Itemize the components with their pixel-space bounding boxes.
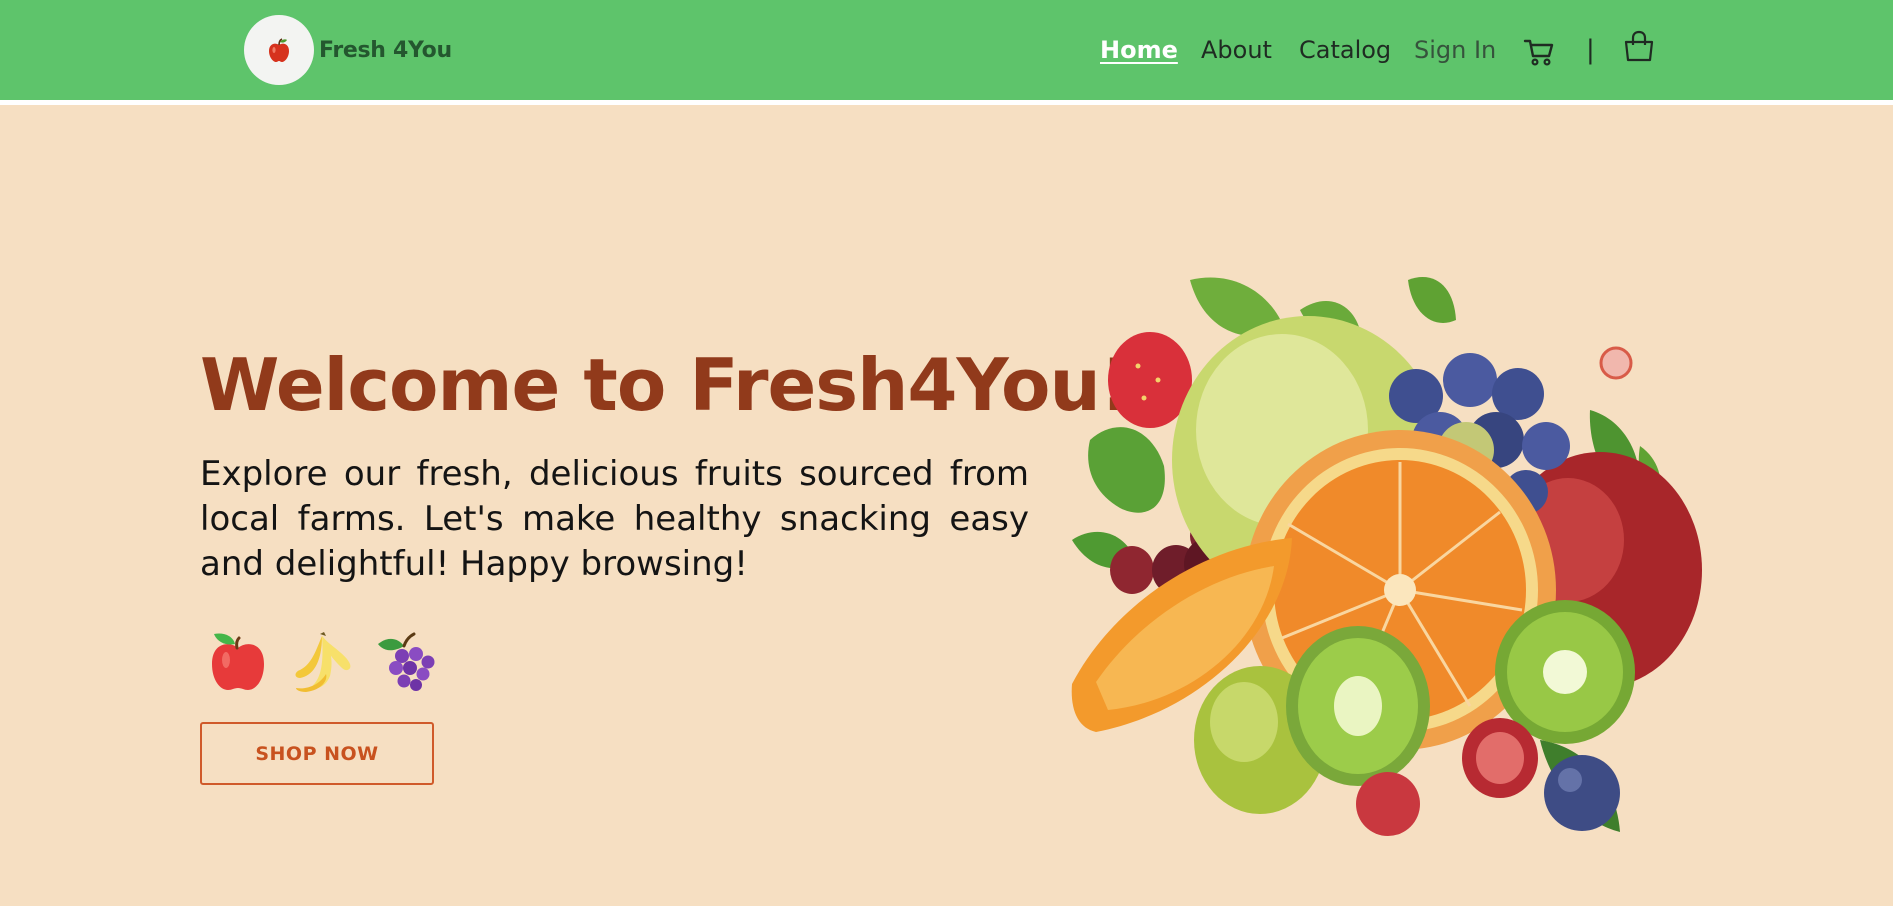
cart-icon[interactable] <box>1522 34 1556 68</box>
grapes-icon <box>378 632 435 691</box>
hero-title: Welcome to Fresh4You! <box>200 343 1133 427</box>
nav-about-link[interactable]: About <box>1201 28 1272 72</box>
nav-home-link[interactable]: Home <box>1100 28 1178 72</box>
apple-icon <box>212 633 264 690</box>
shopping-bag-icon[interactable] <box>1622 29 1656 63</box>
nav-signin-link[interactable]: Sign In <box>1414 28 1496 72</box>
nav-catalog-link[interactable]: Catalog <box>1299 28 1391 72</box>
main-nav: Home About Catalog Sign In | <box>0 28 1893 72</box>
shop-now-button[interactable]: SHOP NOW <box>200 722 434 785</box>
banana-icon <box>295 632 351 692</box>
fruit-arrangement-image <box>1071 277 1702 836</box>
nav-separator: | <box>1586 35 1595 65</box>
hero-description: Explore our fresh, delicious fruits sour… <box>200 454 1029 584</box>
navbar-divider <box>0 100 1893 105</box>
